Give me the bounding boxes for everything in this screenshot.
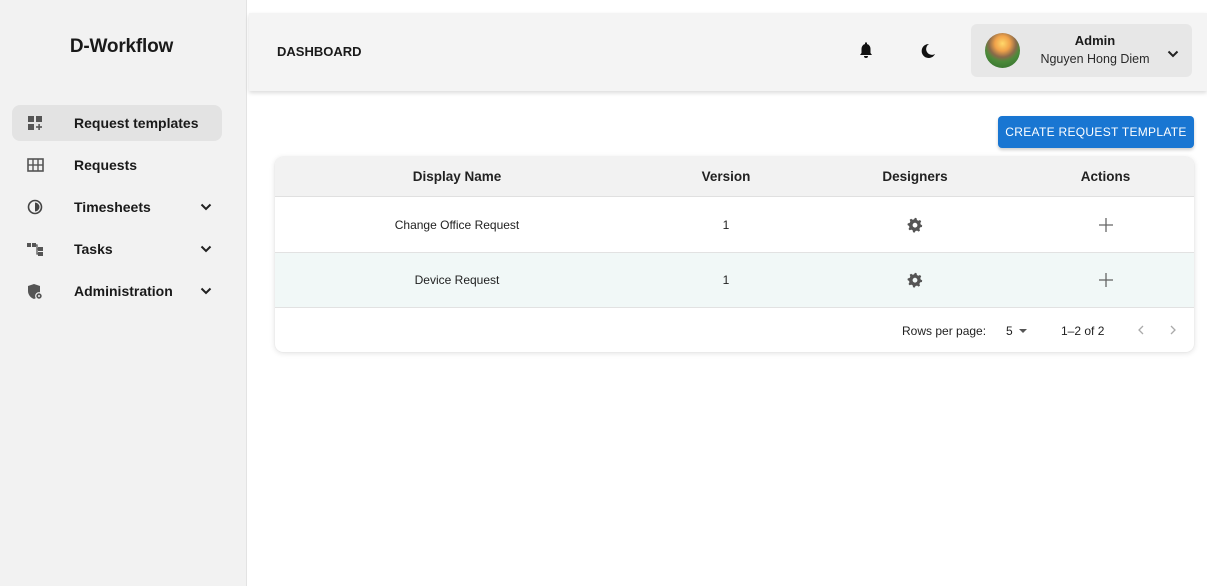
- next-page-icon[interactable]: [1166, 323, 1180, 337]
- gear-icon[interactable]: [907, 272, 923, 288]
- user-name: Nguyen Hong Diem: [1040, 52, 1150, 66]
- clock-icon: [26, 198, 44, 216]
- column-header-version[interactable]: Version: [639, 169, 813, 184]
- column-header-designers[interactable]: Designers: [813, 169, 1017, 184]
- sidebar-item-label: Request templates: [74, 115, 199, 131]
- rows-per-page-label: Rows per page:: [902, 324, 987, 338]
- add-icon[interactable]: [1098, 217, 1114, 233]
- table-row: Change Office Request 1: [275, 198, 1194, 253]
- sidebar-item-administration[interactable]: Administration: [12, 273, 234, 309]
- sidebar: D-Workflow Request templates Requests Ti…: [0, 0, 247, 586]
- cell-display-name: Change Office Request: [394, 218, 520, 232]
- sidebar-nav: Request templates Requests Timesheets Ta…: [12, 105, 234, 315]
- caret-down-icon: [1019, 329, 1027, 333]
- sidebar-item-timesheets[interactable]: Timesheets: [12, 189, 234, 225]
- chevron-down-icon: [199, 242, 213, 256]
- add-icon[interactable]: [1098, 272, 1114, 288]
- page-title: DASHBOARD: [277, 44, 362, 59]
- avatar: [985, 33, 1020, 68]
- dark-mode-toggle-icon[interactable]: [918, 41, 938, 61]
- brand-title: D-Workflow: [69, 36, 174, 57]
- pagination-range: 1–2 of 2: [1061, 324, 1105, 338]
- user-role: Admin: [1074, 33, 1116, 48]
- table-pagination: Rows per page: 5 1–2 of 2: [275, 308, 1194, 352]
- cell-display-name: Device Request: [414, 273, 500, 287]
- chevron-down-icon: [199, 284, 213, 298]
- column-header-actions[interactable]: Actions: [1017, 169, 1194, 184]
- chevron-down-icon: [199, 200, 213, 214]
- top-header: DASHBOARD Admin Nguyen Hong Diem: [249, 13, 1207, 91]
- sidebar-item-label: Requests: [74, 157, 138, 173]
- chevron-down-icon: [1167, 45, 1179, 58]
- sidebar-item-request-templates[interactable]: Request templates: [12, 105, 222, 141]
- sidebar-item-requests[interactable]: Requests: [12, 147, 234, 183]
- request-templates-table: Display Name Version Designers Actions C…: [275, 157, 1194, 352]
- table-row: Device Request 1: [275, 253, 1194, 308]
- table-icon: [26, 156, 44, 174]
- column-header-display-name[interactable]: Display Name: [275, 169, 639, 184]
- create-request-template-button[interactable]: CREATE REQUEST TEMPLATE: [998, 116, 1194, 148]
- tree-icon: [26, 240, 44, 258]
- sidebar-item-tasks[interactable]: Tasks: [12, 231, 234, 267]
- sidebar-item-label: Tasks: [74, 241, 113, 257]
- cell-version: 1: [722, 273, 730, 287]
- gear-icon[interactable]: [907, 217, 923, 233]
- rows-per-page-select[interactable]: 5: [1006, 324, 1013, 338]
- cell-version: 1: [722, 218, 730, 232]
- grid-add-icon: [26, 114, 44, 132]
- shield-icon: [26, 282, 44, 300]
- table-header: Display Name Version Designers Actions: [275, 157, 1194, 197]
- previous-page-icon[interactable]: [1134, 323, 1148, 337]
- sidebar-item-label: Timesheets: [74, 199, 151, 215]
- sidebar-item-label: Administration: [74, 283, 173, 299]
- bell-icon[interactable]: [856, 41, 876, 61]
- user-menu[interactable]: Admin Nguyen Hong Diem: [971, 24, 1192, 77]
